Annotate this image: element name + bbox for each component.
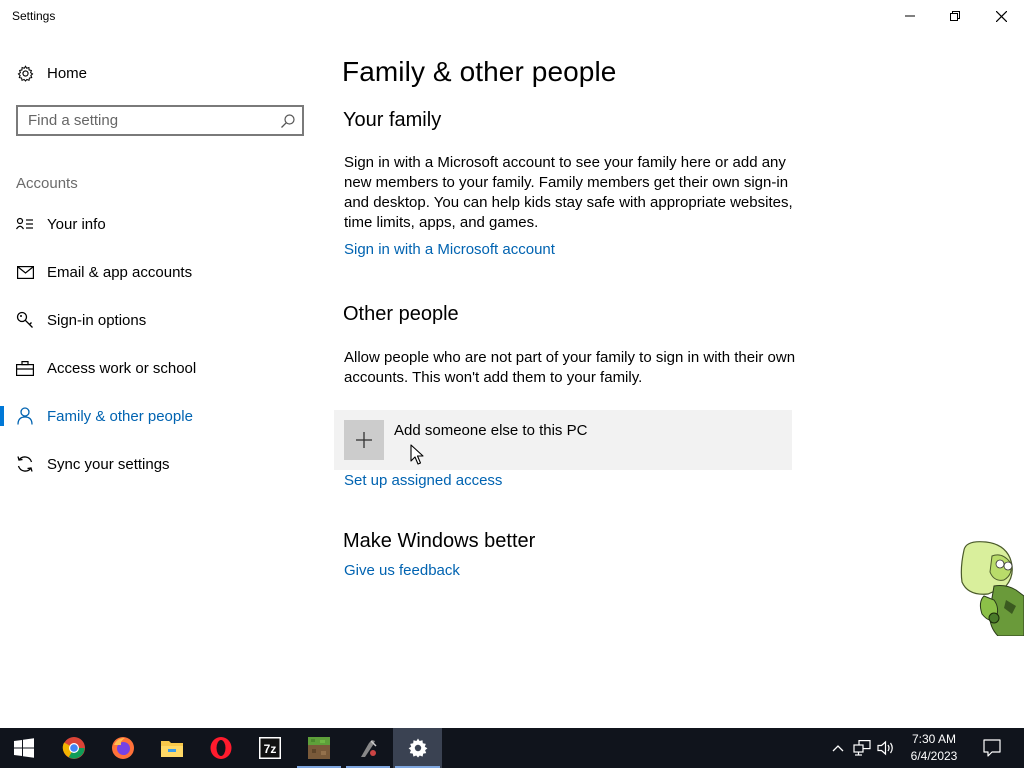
title-bar: Settings <box>0 0 1024 32</box>
person-icon <box>15 406 35 426</box>
active-indicator <box>0 406 4 426</box>
sidebar-item-label: Family & other people <box>47 407 193 425</box>
search-box[interactable] <box>16 105 304 136</box>
game-icon <box>361 740 377 757</box>
network-icon <box>853 740 871 756</box>
start-icon <box>14 738 34 758</box>
contact-card-icon <box>15 214 35 234</box>
sidebar-item-label: Sign-in options <box>47 311 147 329</box>
other-people-heading: Other people <box>343 303 459 325</box>
minecraft-icon <box>308 737 330 759</box>
briefcase-icon <box>15 358 35 378</box>
restore-button[interactable] <box>932 0 978 32</box>
volume-tray-button[interactable] <box>875 728 897 768</box>
taskbar-clock[interactable]: 7:30 AM 6/4/2023 <box>898 731 970 765</box>
accounts-section-label: Accounts <box>16 175 78 192</box>
taskbar-opera[interactable] <box>197 728 245 768</box>
svg-text:7z: 7z <box>264 742 277 756</box>
network-tray-button[interactable] <box>851 728 873 768</box>
firefox-icon <box>112 737 134 759</box>
clock-date: 6/4/2023 <box>910 749 958 763</box>
sidebar-item-access-work-school[interactable]: Access work or school <box>0 348 320 388</box>
taskbar-chrome[interactable] <box>50 728 98 768</box>
add-someone-label: Add someone else to this PC <box>394 422 588 439</box>
add-someone-button[interactable]: Add someone else to this PC <box>334 410 792 470</box>
mail-icon <box>15 262 35 282</box>
taskbar-settings[interactable] <box>393 728 442 768</box>
taskbar-file-explorer[interactable] <box>148 728 196 768</box>
your-family-heading: Your family <box>343 109 442 131</box>
taskbar-game[interactable] <box>344 728 392 768</box>
sidebar-item-label: Access work or school <box>47 359 197 377</box>
show-hidden-icons-button[interactable] <box>828 728 848 768</box>
gear-icon <box>16 64 34 82</box>
taskbar-7zip[interactable]: 7z <box>246 728 294 768</box>
notification-icon <box>983 739 1001 757</box>
sidebar: Home Accounts Your info Email & app acco… <box>0 32 320 728</box>
volume-icon <box>877 740 893 756</box>
7zip-icon: 7z <box>259 737 281 759</box>
settings-icon <box>408 738 427 758</box>
taskbar-firefox[interactable] <box>99 728 147 768</box>
file-explorer-icon <box>161 741 183 757</box>
key-icon <box>15 310 35 330</box>
make-windows-better-heading: Make Windows better <box>343 530 536 552</box>
sync-icon <box>15 454 35 474</box>
sidebar-item-your-info[interactable]: Your info <box>0 204 320 244</box>
window-title: Settings <box>12 9 56 23</box>
chevron-up-icon <box>832 745 844 752</box>
page-title: Family & other people <box>342 56 617 87</box>
opera-icon <box>210 737 232 759</box>
assigned-access-link[interactable]: Set up assigned access <box>344 472 502 489</box>
mouse-cursor-icon <box>410 444 424 465</box>
sidebar-item-label: Email & app accounts <box>47 263 193 281</box>
close-icon <box>995 10 1007 22</box>
action-center-button[interactable] <box>976 728 1008 768</box>
clock-time: 7:30 AM <box>911 732 957 746</box>
sidebar-item-email-app-accounts[interactable]: Email & app accounts <box>0 252 320 292</box>
give-feedback-link[interactable]: Give us feedback <box>344 562 460 579</box>
start-button[interactable] <box>0 728 48 768</box>
home-nav-item[interactable]: Home <box>16 62 87 84</box>
your-family-description: Sign in with a Microsoft account to see … <box>344 154 793 231</box>
peridot-sticker-icon <box>960 541 1024 636</box>
sidebar-item-sync-settings[interactable]: Sync your settings <box>0 444 320 484</box>
plus-icon <box>344 420 384 460</box>
chrome-icon <box>62 737 85 759</box>
sign-in-microsoft-link[interactable]: Sign in with a Microsoft account <box>344 241 555 258</box>
sidebar-item-label: Your info <box>47 215 106 233</box>
sidebar-item-family-other-people[interactable]: Family & other people <box>0 396 320 436</box>
taskbar: 7z 7:30 AM 6/4/2023 <box>0 728 1024 768</box>
minimize-button[interactable] <box>887 0 933 32</box>
main-content: Family & other people Your family Sign i… <box>320 32 1024 728</box>
sidebar-item-sign-in-options[interactable]: Sign-in options <box>0 300 320 340</box>
home-label: Home <box>47 64 88 82</box>
search-input[interactable] <box>18 107 268 134</box>
taskbar-minecraft[interactable] <box>295 728 343 768</box>
restore-icon <box>950 11 960 21</box>
search-icon[interactable] <box>280 113 296 129</box>
close-button[interactable] <box>978 0 1024 32</box>
sidebar-item-label: Sync your settings <box>47 455 170 473</box>
other-people-description: Allow people who are not part of your fa… <box>344 349 796 386</box>
minimize-icon <box>905 15 915 17</box>
